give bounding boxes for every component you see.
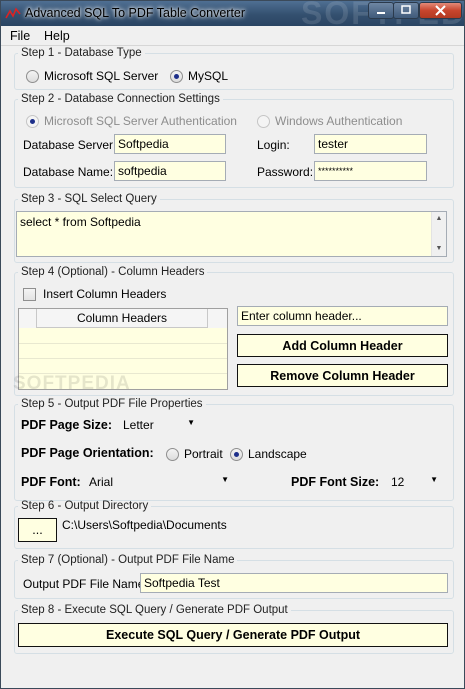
- close-icon: [435, 5, 446, 16]
- menu-help[interactable]: Help: [44, 29, 70, 43]
- column-header-input[interactable]: [237, 306, 448, 326]
- pdf-font-size-label: PDF Font Size:: [291, 475, 380, 489]
- landscape-label[interactable]: Landscape: [248, 447, 307, 461]
- page-size-value: Letter: [123, 418, 154, 432]
- app-window: Advanced SQL To PDF Table Converter SOFT…: [0, 0, 465, 689]
- windows-auth-radio[interactable]: [257, 115, 270, 128]
- chevron-down-icon: ▼: [187, 418, 195, 427]
- database-name-label: Database Name:: [23, 165, 114, 179]
- step4-legend: Step 4 (Optional) - Column Headers: [21, 266, 205, 278]
- grid-divider: [19, 358, 227, 359]
- pdf-font-size-dropdown[interactable]: 12 ▼: [387, 472, 442, 492]
- grid-row-header-cell: [19, 309, 37, 328]
- minimize-button[interactable]: [368, 2, 394, 19]
- insert-column-headers-label[interactable]: Insert Column Headers: [43, 287, 166, 301]
- mysql-label[interactable]: MySQL: [188, 69, 228, 83]
- page-size-label: PDF Page Size:: [21, 418, 112, 432]
- menu-file[interactable]: File: [10, 29, 30, 43]
- step5-legend: Step 5 - Output PDF File Properties: [21, 398, 203, 410]
- step3-legend: Step 3 - SQL Select Query: [21, 193, 157, 205]
- minimize-icon: [377, 12, 385, 14]
- watermark: SOFTPEDIA: [13, 373, 131, 394]
- step7-legend: Step 7 (Optional) - Output PDF File Name: [21, 554, 235, 566]
- page-size-dropdown[interactable]: Letter ▼: [119, 415, 199, 435]
- grid-header-row: Column Headers: [19, 309, 227, 328]
- pdf-font-size-value: 12: [391, 475, 405, 489]
- browse-directory-button[interactable]: ...: [18, 518, 57, 542]
- step1-legend: Step 1 - Database Type: [21, 47, 142, 59]
- scroll-up-arrow-icon[interactable]: ▲: [432, 212, 446, 226]
- database-server-label: Database Server:: [23, 138, 117, 152]
- database-name-input[interactable]: [114, 161, 226, 181]
- grid-column-header[interactable]: Column Headers: [37, 309, 208, 328]
- step8-legend: Step 8 - Execute SQL Query / Generate PD…: [21, 604, 288, 616]
- pdf-font-value: Arial: [89, 475, 114, 489]
- step2-legend: Step 2 - Database Connection Settings: [21, 93, 220, 105]
- page-orientation-label: PDF Page Orientation:: [21, 446, 154, 460]
- add-column-header-button[interactable]: Add Column Header: [237, 334, 448, 357]
- step6-legend: Step 6 - Output Directory: [21, 500, 149, 512]
- password-input[interactable]: [314, 161, 427, 181]
- sql-query-textarea[interactable]: select * from Softpedia: [16, 211, 447, 257]
- window-title: Advanced SQL To PDF Table Converter: [25, 6, 246, 20]
- maximize-button[interactable]: [393, 2, 419, 19]
- login-label: Login:: [257, 138, 290, 152]
- landscape-radio[interactable]: [230, 448, 243, 461]
- output-file-name-input[interactable]: [140, 573, 448, 593]
- database-server-input[interactable]: [114, 134, 226, 154]
- mssql-radio[interactable]: [26, 70, 39, 83]
- output-directory-path: C:\Users\Softpedia\Documents: [62, 518, 227, 532]
- maximize-icon: [401, 5, 411, 14]
- app-logo-icon: [5, 7, 21, 19]
- password-label: Password:: [257, 165, 314, 179]
- portrait-radio[interactable]: [166, 448, 179, 461]
- mysql-radio[interactable]: [170, 70, 183, 83]
- insert-column-headers-checkbox[interactable]: [23, 288, 36, 301]
- sql-auth-radio[interactable]: [26, 115, 39, 128]
- output-file-name-label: Output PDF File Name:: [23, 577, 148, 591]
- scroll-down-arrow-icon[interactable]: ▼: [432, 242, 446, 256]
- pdf-font-label: PDF Font:: [21, 475, 81, 489]
- grid-divider: [19, 343, 227, 344]
- close-button[interactable]: [419, 2, 462, 19]
- pdf-font-dropdown[interactable]: Arial ▼: [85, 472, 233, 492]
- execute-generate-pdf-button[interactable]: Execute SQL Query / Generate PDF Output: [18, 623, 448, 647]
- grid-empty-header: [208, 309, 227, 328]
- login-input[interactable]: [314, 134, 427, 154]
- mssql-label[interactable]: Microsoft SQL Server: [44, 69, 158, 83]
- sql-auth-label[interactable]: Microsoft SQL Server Authentication: [44, 114, 237, 128]
- chevron-down-icon: ▼: [221, 475, 229, 484]
- chevron-down-icon: ▼: [430, 475, 438, 484]
- portrait-label[interactable]: Portrait: [184, 447, 223, 461]
- windows-auth-label[interactable]: Windows Authentication: [275, 114, 402, 128]
- menu-bar: File Help: [1, 26, 464, 46]
- remove-column-header-button[interactable]: Remove Column Header: [237, 364, 448, 387]
- query-scrollbar[interactable]: ▲ ▼: [431, 212, 446, 256]
- title-bar[interactable]: Advanced SQL To PDF Table Converter SOFT…: [1, 1, 464, 31]
